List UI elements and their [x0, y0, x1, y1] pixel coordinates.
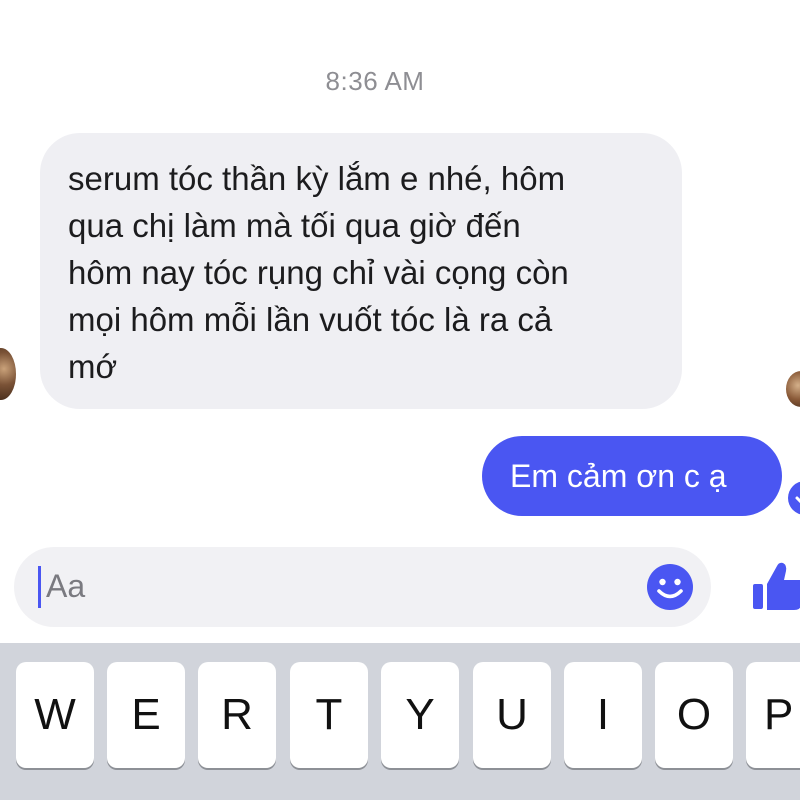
- key-w[interactable]: W: [16, 662, 94, 768]
- text-cursor: [38, 566, 41, 608]
- message-composer[interactable]: Aa: [14, 547, 711, 627]
- smiley-icon[interactable]: [646, 563, 694, 611]
- incoming-message-line: mớ: [68, 348, 118, 385]
- thumbs-up-icon[interactable]: [752, 558, 800, 614]
- seen-by-avatar: [786, 371, 800, 407]
- key-r[interactable]: R: [198, 662, 276, 768]
- incoming-message-bubble[interactable]: serum tóc thần kỳ lắm e nhé, hôm qua chị…: [40, 133, 682, 409]
- incoming-message-line: serum tóc thần kỳ lắm e nhé, hôm: [68, 160, 566, 197]
- outgoing-message-text: Em cảm ơn c ạ: [510, 457, 727, 494]
- key-u[interactable]: U: [473, 662, 551, 768]
- key-t[interactable]: T: [290, 662, 368, 768]
- outgoing-message-bubble[interactable]: Em cảm ơn c ạ: [482, 436, 782, 516]
- message-timestamp: 8:36 AM: [325, 66, 425, 96]
- key-p[interactable]: P: [746, 662, 800, 768]
- key-o[interactable]: O: [655, 662, 733, 768]
- incoming-message-line: qua chị làm mà tối qua giờ đến: [68, 207, 521, 244]
- incoming-message-line: mọi hôm mỗi lần vuốt tóc là ra cả: [68, 301, 553, 338]
- sender-avatar[interactable]: [0, 348, 16, 400]
- key-y[interactable]: Y: [381, 662, 459, 768]
- keyboard: W E R T Y U I O P: [0, 643, 800, 800]
- key-e[interactable]: E: [107, 662, 185, 768]
- message-input-placeholder[interactable]: Aa: [46, 568, 85, 605]
- delivered-check-icon: [788, 481, 800, 515]
- incoming-message-line: hôm nay tóc rụng chỉ vài cọng còn: [68, 254, 569, 291]
- key-i[interactable]: I: [564, 662, 642, 768]
